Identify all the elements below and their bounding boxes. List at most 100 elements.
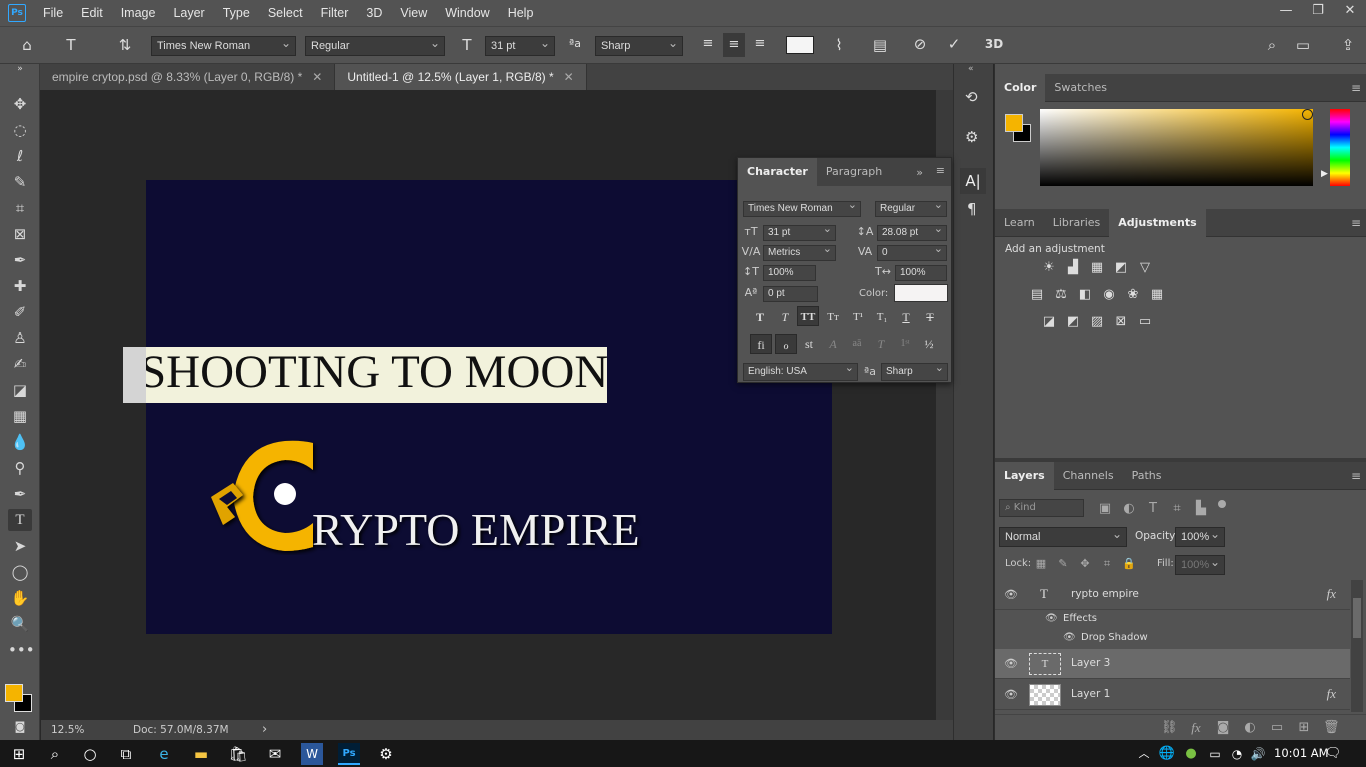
minimize-button[interactable]: —: [1270, 0, 1302, 22]
panel-menu-icon[interactable]: ≡: [1351, 216, 1361, 230]
eyedropper-tool-icon[interactable]: ✒: [8, 249, 32, 271]
ellipse-tool-icon[interactable]: ◯: [8, 561, 32, 583]
channel-mixer-icon[interactable]: ❀: [1125, 287, 1141, 303]
volume-icon[interactable]: 🔊: [1247, 743, 1269, 765]
brush-tool-icon[interactable]: ✐: [8, 301, 32, 323]
zoom-level[interactable]: 12.5%: [51, 720, 84, 740]
layer-row-layer-3[interactable]: 👁 T Layer 3: [995, 649, 1350, 679]
visibility-eye-icon[interactable]: 👁: [1004, 688, 1018, 701]
tab-paths[interactable]: Paths: [1123, 462, 1171, 490]
search-icon[interactable]: ⌕: [44, 743, 66, 765]
superscript-button[interactable]: T¹: [847, 307, 869, 327]
3d-button[interactable]: 3D: [983, 37, 1005, 51]
new-group-icon[interactable]: ▭: [1269, 720, 1285, 736]
visibility-eye-icon[interactable]: 👁: [1063, 632, 1076, 643]
new-adjustment-icon[interactable]: ◐: [1242, 720, 1258, 736]
file-explorer-icon[interactable]: ▬: [190, 743, 212, 765]
move-tool-icon[interactable]: ✥: [8, 93, 32, 115]
all-caps-button[interactable]: TT: [797, 306, 819, 326]
add-style-icon[interactable]: fx: [1188, 720, 1204, 736]
blend-mode-select[interactable]: Normal: [999, 525, 1127, 547]
task-view-icon[interactable]: ⧉: [115, 743, 137, 765]
healing-brush-tool-icon[interactable]: ✚: [8, 275, 32, 297]
menu-select[interactable]: Select: [259, 6, 312, 20]
vibrance-icon[interactable]: ▽: [1137, 260, 1153, 276]
panel-menu-icon[interactable]: ≡: [1351, 469, 1361, 483]
brightness-icon[interactable]: ☀: [1041, 260, 1057, 276]
history-icon[interactable]: ⟲: [965, 88, 978, 106]
expand-panel-icon[interactable]: »: [916, 166, 923, 179]
headline-text-layer[interactable]: SHOOTING TO MOON: [146, 345, 608, 399]
cp-vscale-field[interactable]: 100%: [763, 265, 816, 281]
cp-kerning-field[interactable]: Metrics: [763, 242, 836, 261]
small-caps-button[interactable]: Tт: [822, 307, 844, 327]
type-tool-icon[interactable]: T: [8, 509, 32, 531]
ordinals-button[interactable]: T: [870, 334, 892, 354]
stylistic-alternates-button[interactable]: A: [822, 334, 844, 354]
menu-layer[interactable]: Layer: [164, 6, 213, 20]
fx-icon[interactable]: fx: [1327, 686, 1336, 702]
underline-button[interactable]: T: [895, 307, 917, 327]
gradient-map-icon[interactable]: ▭: [1137, 314, 1153, 330]
antialias-select[interactable]: Sharp: [595, 34, 683, 56]
visibility-eye-icon[interactable]: 👁: [1004, 588, 1018, 601]
invert-icon[interactable]: ◪: [1041, 314, 1057, 330]
tab-channels[interactable]: Channels: [1054, 462, 1123, 490]
menu-window[interactable]: Window: [436, 6, 498, 20]
mail-icon[interactable]: ✉: [264, 743, 286, 765]
opacity-field[interactable]: 100%: [1175, 525, 1225, 547]
tab-learn[interactable]: Learn: [995, 209, 1044, 237]
store-icon[interactable]: 🛍: [227, 743, 249, 765]
effects-row[interactable]: 👁 Effects: [995, 610, 1350, 630]
selective-color-icon[interactable]: ⊠: [1113, 314, 1129, 330]
lock-position-icon[interactable]: ✥: [1077, 556, 1093, 572]
lock-all-icon[interactable]: 🔒: [1121, 556, 1137, 572]
tray-app-icon[interactable]: ●: [1180, 743, 1202, 765]
artboard[interactable]: [146, 180, 832, 634]
windows-start-icon[interactable]: ⊞: [8, 743, 30, 765]
fractions-button[interactable]: ½: [918, 334, 940, 354]
color-balance-icon[interactable]: ⚖: [1053, 287, 1069, 303]
filter-smart-object-icon[interactable]: ▙: [1193, 501, 1209, 517]
exposure-icon[interactable]: ◩: [1113, 260, 1129, 276]
cp-size-field[interactable]: 31 pt: [763, 222, 836, 241]
align-right-icon[interactable]: ≡: [749, 36, 771, 51]
clone-stamp-tool-icon[interactable]: ♙: [8, 327, 32, 349]
add-mask-icon[interactable]: ◙: [1215, 720, 1231, 736]
filter-adjustment-icon[interactable]: ◐: [1121, 501, 1137, 517]
commit-icon[interactable]: ✓: [943, 35, 965, 53]
crop-tool-icon[interactable]: ⌗: [8, 197, 32, 219]
cp-color-swatch[interactable]: [894, 284, 948, 302]
faux-italic-button[interactable]: T: [774, 307, 796, 327]
visibility-eye-icon[interactable]: 👁: [1045, 613, 1058, 624]
font-family-select[interactable]: Times New Roman: [151, 34, 296, 56]
lock-image-icon[interactable]: ✎: [1055, 556, 1071, 572]
cancel-icon[interactable]: ⊘: [909, 35, 931, 53]
tab-libraries[interactable]: Libraries: [1044, 209, 1110, 237]
fx-icon[interactable]: fx: [1327, 586, 1336, 602]
cortana-icon[interactable]: ○: [79, 743, 101, 765]
menu-3d[interactable]: 3D: [357, 6, 391, 20]
frame-tool-icon[interactable]: ⊠: [8, 223, 32, 245]
tab-swatches[interactable]: Swatches: [1045, 74, 1116, 102]
layer-name[interactable]: Layer 1: [1071, 688, 1110, 700]
drop-shadow-row[interactable]: 👁 Drop Shadow: [995, 629, 1350, 649]
cp-leading-field[interactable]: 28.08 pt: [877, 222, 947, 241]
battery-icon[interactable]: ▭: [1204, 743, 1226, 765]
clock[interactable]: 10:01 AM: [1274, 746, 1329, 760]
language-select[interactable]: English: USA: [743, 360, 858, 381]
eraser-tool-icon[interactable]: ◪: [8, 379, 32, 401]
tab-empire-crytop[interactable]: empire crytop.psd @ 8.33% (Layer 0, RGB/…: [40, 64, 336, 90]
filter-toggle-icon[interactable]: [1218, 500, 1226, 508]
strikethrough-button[interactable]: T: [919, 307, 941, 327]
cp-font-style-select[interactable]: Regular: [875, 198, 947, 217]
menu-help[interactable]: Help: [499, 6, 543, 20]
cp-antialias-select[interactable]: Sharp: [881, 360, 948, 381]
color-field[interactable]: [1040, 109, 1313, 186]
threshold-icon[interactable]: ▨: [1089, 314, 1105, 330]
properties-icon[interactable]: ⚙: [965, 128, 978, 146]
align-center-icon[interactable]: ≡: [723, 33, 745, 57]
fill-field[interactable]: 100%: [1175, 553, 1225, 575]
zoom-tool-icon[interactable]: 🔍: [8, 613, 32, 635]
paragraph-panel-icon[interactable]: ¶: [967, 200, 977, 218]
